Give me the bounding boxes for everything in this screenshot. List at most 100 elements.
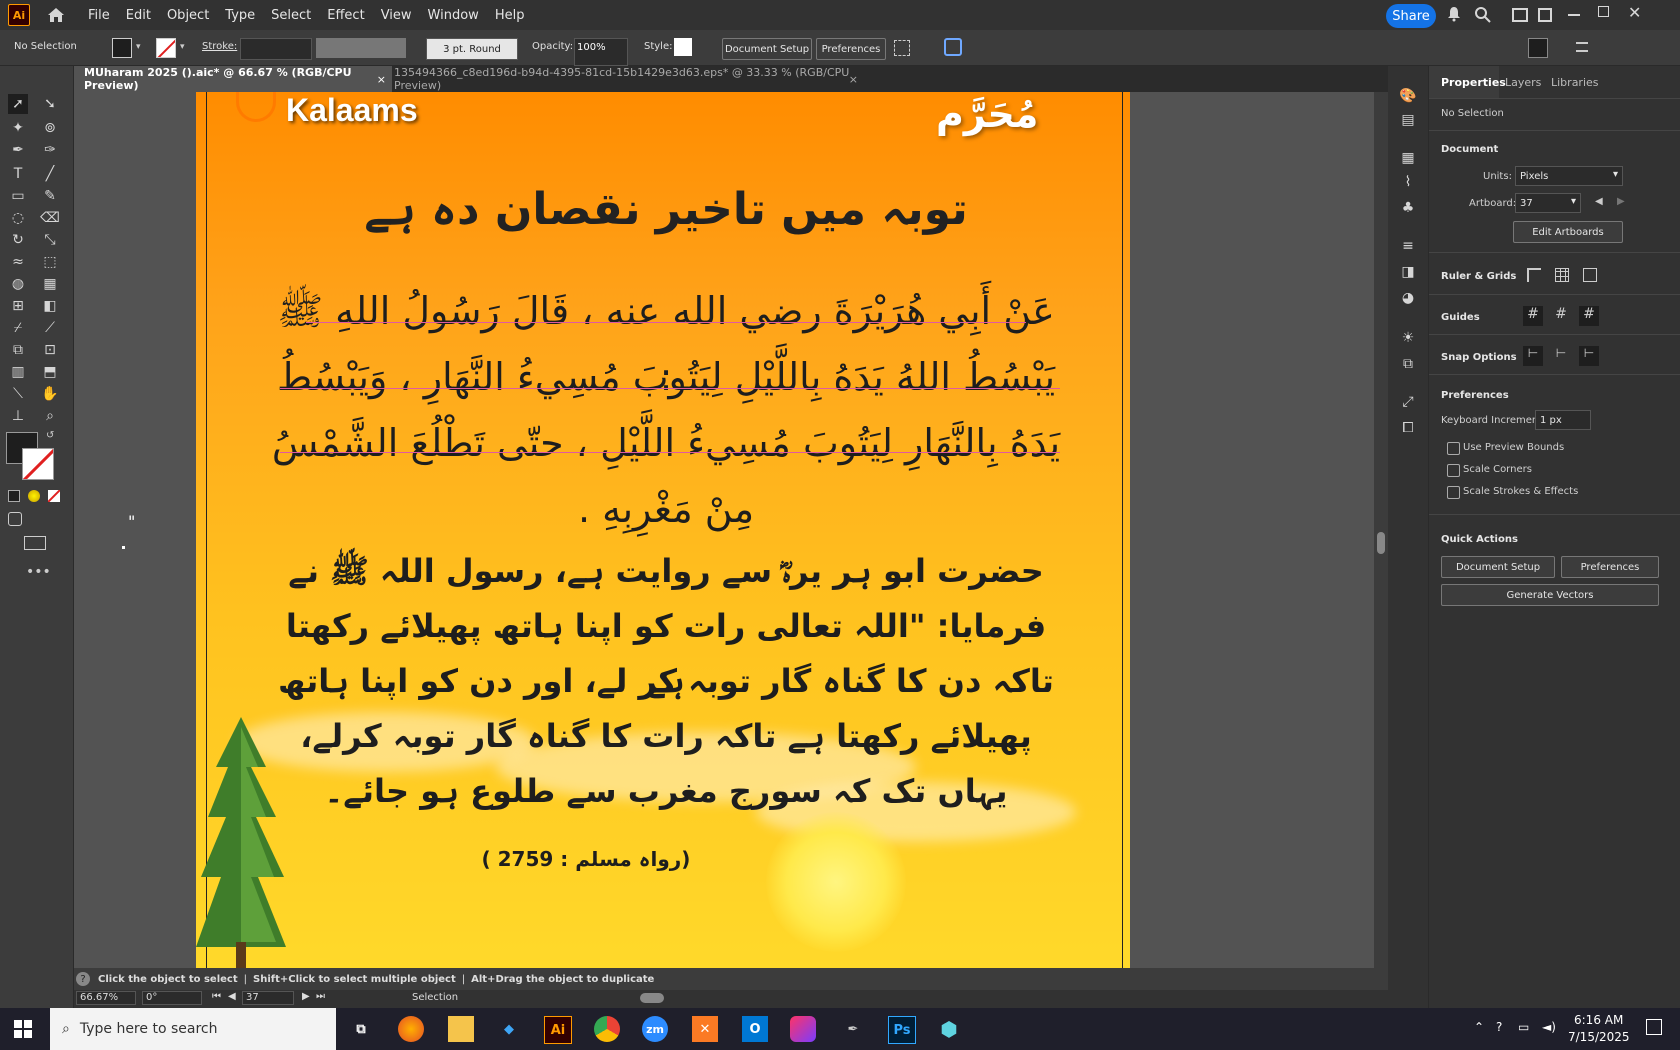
blend-tool-icon[interactable]: ⧉ (8, 340, 28, 360)
xampp-icon[interactable]: ✕ (692, 1016, 718, 1042)
file-explorer-icon[interactable] (448, 1016, 474, 1042)
photoshop-icon[interactable]: Ps (888, 1016, 916, 1044)
stroke-label[interactable]: Stroke: (202, 41, 237, 52)
screen-mode-icon[interactable] (24, 536, 46, 550)
stroke-swatch[interactable] (156, 38, 176, 58)
help-icon[interactable]: ? (76, 972, 90, 986)
variable-width-profile[interactable] (316, 38, 406, 58)
line-tool-icon[interactable]: ╱ (40, 164, 60, 184)
appearance-panel-icon[interactable]: ☀ (1398, 328, 1418, 348)
panel-toggle-icon[interactable] (1528, 38, 1548, 58)
rulers-icon[interactable] (1527, 268, 1541, 282)
scale-tool-icon[interactable]: ⤡ (40, 230, 60, 250)
curvature-tool-icon[interactable]: ✑ (40, 140, 60, 160)
menu-lines-icon[interactable] (1576, 42, 1588, 52)
stroke-weight-input[interactable] (240, 38, 312, 60)
symbols-icon[interactable]: ♣ (1398, 198, 1418, 218)
recolor-icon[interactable] (944, 38, 962, 56)
magic-wand-tool-icon[interactable]: ✦ (8, 118, 28, 138)
next-artboard-icon[interactable]: ▶ (1617, 196, 1625, 207)
export-icon[interactable]: ⤢ (1398, 392, 1418, 412)
rotate-input[interactable]: 0° (142, 991, 202, 1005)
prev-artboard-icon[interactable]: ◀ (228, 991, 236, 1002)
artboard-select[interactable]: 37 ▾ (1515, 193, 1581, 213)
menu-object[interactable]: Object (159, 8, 217, 23)
opacity-input[interactable]: 100% (574, 38, 628, 66)
home-icon[interactable] (44, 3, 68, 27)
vertical-scrollbar[interactable] (1374, 92, 1388, 968)
grid-icon[interactable] (1555, 268, 1569, 282)
tab-layers[interactable]: Layers (1505, 76, 1541, 89)
units-select[interactable]: Pixels ▾ (1515, 166, 1623, 186)
pen-app-icon[interactable]: ✒ (840, 1016, 866, 1042)
menu-help[interactable]: Help (487, 8, 533, 23)
symbol-sprayer-tool-icon[interactable]: ⊡ (40, 340, 60, 360)
last-artboard-icon[interactable]: ⏭ (316, 991, 325, 1002)
brushes-icon[interactable]: ⌇ (1398, 172, 1418, 192)
edit-artboards-button[interactable]: Edit Artboards (1513, 221, 1623, 243)
horizontal-scroll-thumb[interactable] (640, 993, 664, 1003)
menu-effect[interactable]: Effect (319, 8, 372, 23)
transparency-panel-icon[interactable]: ◕ (1398, 288, 1418, 308)
search-icon[interactable] (1474, 6, 1492, 24)
graphic-styles-icon[interactable]: ⧉ (1398, 354, 1418, 374)
use-preview-bounds-checkbox[interactable] (1447, 442, 1460, 455)
pen-tool-icon[interactable]: ✒ (8, 140, 28, 160)
clock-time[interactable]: 6:16 AM (1574, 1013, 1623, 1027)
column-graph-tool-icon[interactable]: ▥ (8, 362, 28, 382)
network-icon[interactable]: ▭ (1518, 1020, 1529, 1034)
tab-properties[interactable]: Properties (1441, 76, 1506, 89)
none-mode-icon[interactable] (48, 490, 60, 502)
document-info-icon[interactable]: ▤ (1398, 110, 1418, 130)
rectangle-tool-icon[interactable]: ▭ (8, 186, 28, 206)
shape-builder-tool-icon[interactable]: ◍ (8, 274, 28, 294)
next-artboard-icon[interactable]: ▶ (302, 991, 310, 1002)
smart-guides-icon[interactable]: # (1579, 306, 1599, 326)
artboard-nav-input[interactable]: 37 (242, 991, 294, 1005)
brush-select[interactable]: 3 pt. Round (426, 38, 518, 60)
swap-colors-icon[interactable]: ↺ (46, 430, 54, 441)
stroke-color-icon[interactable] (22, 448, 54, 480)
more-tools-icon[interactable]: ••• (26, 564, 51, 580)
color-mode-icon[interactable] (8, 490, 20, 502)
snap-glyph-icon[interactable]: ⊢ (1579, 346, 1599, 366)
outlook-icon[interactable]: O (742, 1016, 768, 1042)
qa-preferences-button[interactable]: Preferences (1561, 556, 1659, 578)
fill-swatch[interactable] (112, 38, 132, 58)
restore-icon[interactable] (1598, 6, 1609, 17)
workspace-icon[interactable] (1512, 8, 1528, 22)
slice-tool-icon[interactable]: ⟍ (8, 384, 28, 404)
align-icon[interactable] (894, 40, 910, 56)
tab-libraries[interactable]: Libraries (1551, 76, 1599, 89)
eyedropper-tool-icon[interactable]: ⌿ (8, 318, 28, 338)
perspective-grid-tool-icon[interactable]: ▦ (40, 274, 60, 294)
free-transform-tool-icon[interactable]: ⬚ (40, 252, 60, 272)
volume-icon[interactable]: ◄) (1542, 1020, 1556, 1034)
artboard-tool-icon[interactable]: ⬒ (40, 362, 60, 382)
gradient-tool-icon[interactable]: ◧ (40, 296, 60, 316)
zoom-tool-icon[interactable]: ⌕ (40, 406, 60, 426)
lasso-tool-icon[interactable]: ⊚ (40, 118, 60, 138)
share-button[interactable]: Share (1386, 4, 1436, 28)
direct-selection-tool-icon[interactable]: ➘ (40, 94, 60, 114)
scroll-thumb[interactable] (1377, 532, 1385, 554)
app-hex-icon[interactable]: ⬢ (936, 1016, 962, 1042)
fill-dropdown-icon[interactable]: ▾ (136, 42, 141, 52)
artboard[interactable]: Kalaams مُحَرَّم توبہ میں تاخیر نقصان دہ… (196, 92, 1130, 968)
zoom-input[interactable]: 66.67% (76, 991, 136, 1005)
minimize-icon[interactable] (1568, 14, 1580, 16)
menu-window[interactable]: Window (420, 8, 487, 23)
tray-chevron-icon[interactable]: ⌃ (1474, 1020, 1484, 1034)
draw-mode-icon[interactable] (8, 512, 22, 526)
gradient-mode-icon[interactable] (28, 490, 40, 502)
windows-start-icon[interactable] (14, 1020, 32, 1038)
shaper-tool-icon[interactable]: ◌ (8, 208, 28, 228)
tray-help-icon[interactable]: ? (1496, 1020, 1502, 1034)
firefox-icon[interactable] (398, 1016, 424, 1042)
style-swatch[interactable] (674, 38, 692, 56)
scale-strokes-checkbox[interactable] (1447, 486, 1460, 499)
show-guides-icon[interactable]: # (1523, 306, 1543, 326)
taskbar-search[interactable]: ⌕ Type here to search (50, 1008, 336, 1050)
gradient-panel-icon[interactable]: ◨ (1398, 262, 1418, 282)
zoom-icon[interactable]: zm (642, 1016, 668, 1042)
